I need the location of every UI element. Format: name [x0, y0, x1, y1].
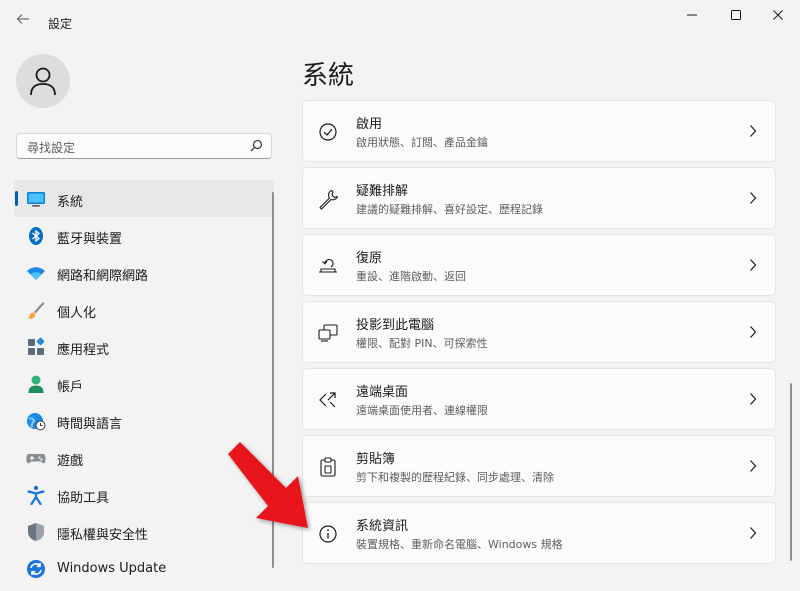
info-icon [319, 525, 337, 543]
card-title: 啟用 [356, 117, 383, 132]
projection-icon [318, 324, 338, 342]
maximize-icon [731, 10, 741, 20]
page-title: 系統 [302, 61, 355, 91]
recovery-icon [319, 258, 337, 273]
card-description: 裝置規格、重新命名電腦、Windows 規格 [356, 538, 563, 551]
sidebar-item-label: 應用程式 [57, 343, 110, 358]
accessibility-icon [27, 485, 45, 505]
sidebar-item-bluetooth[interactable]: 藍牙與裝置 [14, 217, 274, 254]
sidebar-item-label: 藍牙與裝置 [57, 232, 123, 247]
minimize-button[interactable] [678, 6, 706, 28]
search-input[interactable]: 尋找設定 [16, 133, 272, 159]
sidebar-item-label: 網路和網際網路 [57, 269, 149, 284]
wrench-icon [319, 189, 339, 210]
sidebar-item-label: Windows Update [57, 561, 167, 576]
card-title: 疑難排解 [356, 184, 409, 199]
apps-icon [28, 337, 45, 355]
update-icon [27, 560, 45, 578]
card-title: 系統資訊 [356, 519, 409, 534]
card-remote-desktop[interactable]: 遠端桌面 遠端桌面使用者、連線權限 [302, 368, 776, 430]
shield-icon [28, 523, 44, 541]
sidebar-item-label: 時間與語言 [57, 417, 123, 432]
display-icon [27, 192, 45, 207]
card-description: 剪下和複製的歷程紀錄、同步處理、清除 [356, 471, 554, 484]
card-description: 建議的疑難排解、喜好設定、歷程記錄 [356, 203, 543, 216]
sidebar-item-gaming[interactable]: 遊戲 [14, 439, 274, 476]
sidebar-item-system[interactable]: 系統 [14, 180, 274, 217]
bluetooth-icon [29, 227, 43, 245]
sidebar-item-personalization[interactable]: 個人化 [14, 291, 274, 328]
search-placeholder: 尋找設定 [27, 141, 76, 155]
sidebar-item-apps[interactable]: 應用程式 [14, 328, 274, 365]
chevron-right-icon [750, 259, 757, 271]
wifi-icon [27, 267, 45, 280]
sidebar-item-windows-update[interactable]: Windows Update [14, 550, 274, 587]
minimize-icon [687, 14, 697, 16]
clipboard-icon [320, 457, 336, 477]
gamepad-icon [26, 454, 46, 464]
card-activation[interactable]: 啟用 啟用狀態、訂閱、產品金鑰 [302, 100, 776, 162]
sidebar-item-accounts[interactable]: 帳戶 [14, 365, 274, 402]
card-troubleshoot[interactable]: 疑難排解 建議的疑難排解、喜好設定、歷程記錄 [302, 167, 776, 229]
brush-icon [27, 302, 45, 319]
app-title: 設定 [48, 17, 73, 31]
sidebar-item-label: 協助工具 [57, 491, 110, 506]
card-project-to-pc[interactable]: 投影到此電腦 權限、配對 PIN、可探索性 [302, 301, 776, 363]
sidebar-item-accessibility[interactable]: 協助工具 [14, 476, 274, 513]
close-icon [773, 10, 783, 20]
card-title: 遠端桌面 [356, 385, 409, 400]
title-bar: 設定 [0, 0, 800, 44]
globe-clock-icon [27, 413, 46, 431]
search-icon [250, 139, 263, 152]
card-description: 啟用狀態、訂閱、產品金鑰 [356, 136, 488, 149]
sidebar-item-network[interactable]: 網路和網際網路 [14, 254, 274, 291]
settings-card-list: 啟用 啟用狀態、訂閱、產品金鑰 疑難排解 建議的疑難排解、喜好設定、歷程記錄 復… [302, 100, 776, 569]
chevron-right-icon [750, 125, 757, 137]
content-scrollbar[interactable] [790, 383, 792, 561]
sidebar-item-label: 個人化 [57, 306, 97, 321]
sidebar-scrollbar[interactable] [272, 192, 274, 568]
card-title: 剪貼簿 [356, 452, 396, 467]
sidebar-nav: 系統 藍牙與裝置 網路和網際網路 個人化 應用程式 帳戶 時間與語言 遊戲 協助… [14, 180, 274, 587]
selection-indicator [15, 191, 18, 206]
sidebar-item-privacy[interactable]: 隱私權與安全性 [14, 513, 274, 550]
card-about[interactable]: 系統資訊 裝置規格、重新命名電腦、Windows 規格 [302, 502, 776, 564]
sidebar-item-time-language[interactable]: 時間與語言 [14, 402, 274, 439]
remote-desktop-icon [319, 392, 336, 408]
chevron-right-icon [750, 192, 757, 204]
card-title: 投影到此電腦 [356, 318, 435, 333]
card-title: 復原 [356, 251, 383, 266]
close-button[interactable] [764, 6, 792, 28]
card-description: 重設、進階啟動、返回 [356, 270, 466, 283]
activation-check-icon [319, 123, 337, 141]
card-description: 遠端桌面使用者、連線權限 [356, 404, 488, 417]
chevron-right-icon [750, 527, 757, 539]
back-arrow-icon[interactable] [12, 11, 34, 33]
chevron-right-icon [750, 393, 757, 405]
chevron-right-icon [750, 460, 757, 472]
account-icon [28, 375, 44, 393]
sidebar-item-label: 遊戲 [57, 454, 84, 469]
card-clipboard[interactable]: 剪貼簿 剪下和複製的歷程紀錄、同步處理、清除 [302, 435, 776, 497]
avatar[interactable] [16, 54, 70, 108]
card-description: 權限、配對 PIN、可探索性 [356, 337, 488, 350]
sidebar-item-label: 帳戶 [57, 380, 84, 395]
sidebar-item-label: 隱私權與安全性 [57, 528, 149, 543]
sidebar-item-label: 系統 [57, 195, 84, 210]
chevron-right-icon [750, 326, 757, 338]
maximize-button[interactable] [722, 6, 750, 28]
person-icon [30, 67, 56, 96]
card-recovery[interactable]: 復原 重設、進階啟動、返回 [302, 234, 776, 296]
